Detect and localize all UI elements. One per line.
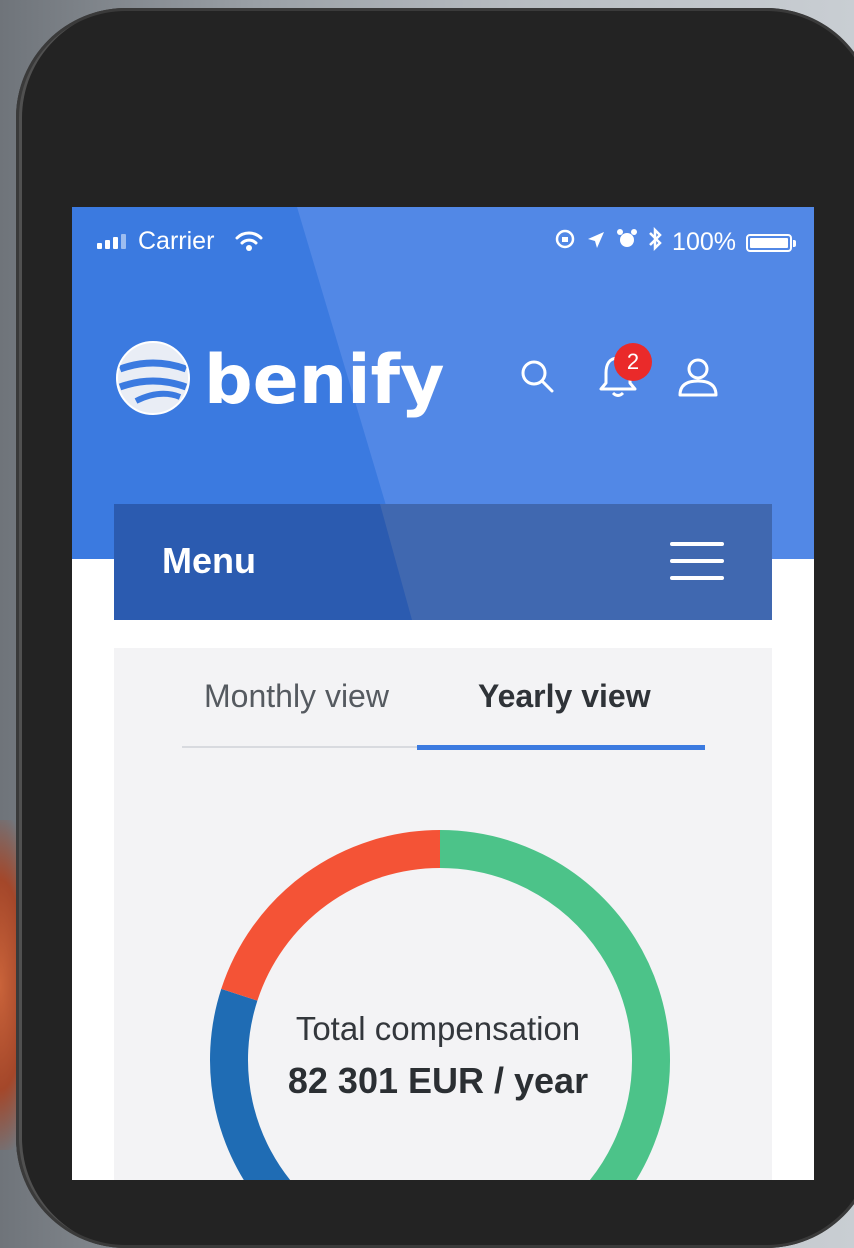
- search-icon[interactable]: [518, 357, 556, 400]
- total-compensation-value: 82 301 EUR / year: [287, 1060, 589, 1101]
- screen-lock-icon: [554, 228, 576, 257]
- globe-logo-icon: [114, 339, 192, 422]
- notification-badge: 2: [614, 343, 652, 381]
- wifi-icon: [234, 229, 264, 260]
- menu-bar[interactable]: Menu: [114, 504, 772, 620]
- status-bar: Carrier 100%: [72, 225, 814, 259]
- hamburger-icon[interactable]: [670, 542, 724, 593]
- tab-yearly-view[interactable]: Yearly view: [478, 678, 651, 715]
- alarm-icon: [616, 228, 638, 257]
- compensation-card: Monthly view Yearly view Total compensat…: [114, 648, 772, 1180]
- battery-percent: 100%: [672, 228, 736, 256]
- bluetooth-icon: [648, 226, 662, 258]
- location-icon: [586, 228, 606, 257]
- menu-label: Menu: [162, 540, 256, 581]
- carrier-label: Carrier: [138, 227, 215, 255]
- tab-monthly-view[interactable]: Monthly view: [204, 678, 389, 715]
- donut-segment-3: [221, 830, 441, 1001]
- tab-active-indicator: [417, 745, 705, 750]
- user-icon[interactable]: [676, 357, 720, 404]
- app-screen: Carrier 100% benify 2 Menu Monthly view …: [72, 207, 814, 1180]
- brand-logo[interactable]: benify: [114, 339, 444, 422]
- signal-icon: [97, 234, 126, 249]
- battery-icon: [746, 233, 796, 252]
- total-compensation-label: Total compensation: [295, 1010, 581, 1047]
- brand-name: benify: [204, 341, 445, 420]
- compensation-donut-chart: [210, 830, 670, 1180]
